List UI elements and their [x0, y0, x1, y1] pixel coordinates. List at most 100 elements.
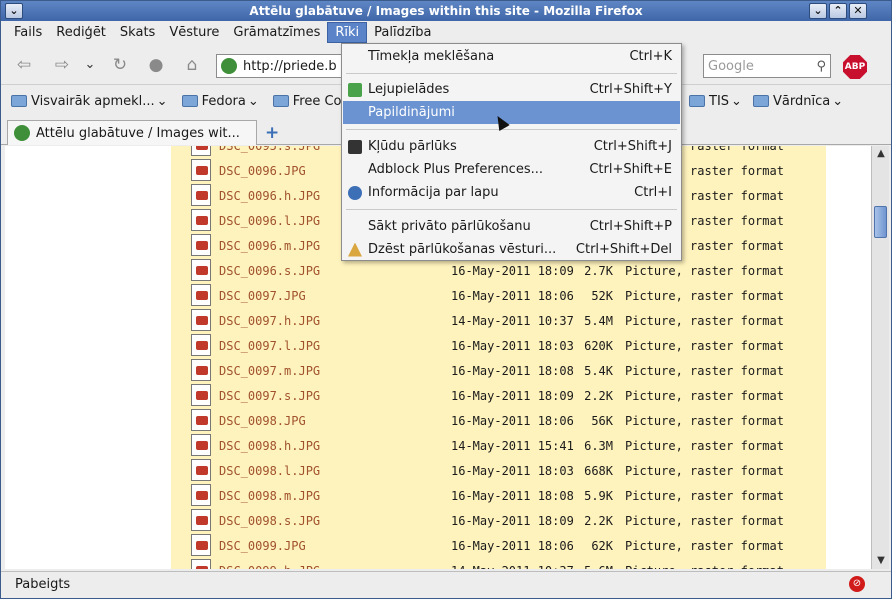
file-name-link[interactable]: DSC_0097.m.JPG	[219, 364, 320, 378]
menu-palidziba[interactable]: Palīdzība	[367, 23, 438, 42]
menu-item-private-browsing[interactable]: Sākt privāto pārlūkošanu Ctrl+Shift+P	[343, 215, 680, 238]
status-bar: Pabeigts ⊘	[1, 571, 891, 597]
image-file-icon[interactable]	[191, 309, 211, 331]
image-file-icon[interactable]	[191, 409, 211, 431]
file-name-link[interactable]: DSC_0099.JPG	[219, 539, 306, 553]
file-name-link[interactable]: DSC_0096.h.JPG	[219, 189, 320, 203]
minimize-button[interactable]: ⌄	[809, 3, 827, 19]
image-file-icon[interactable]	[191, 534, 211, 556]
vertical-scrollbar[interactable]: ▲ ▼	[871, 146, 889, 569]
file-size: 668K	[584, 464, 613, 478]
maximize-button[interactable]: ⌃	[829, 3, 847, 19]
image-file-icon[interactable]	[191, 359, 211, 381]
file-name-link[interactable]: DSC_0097.JPG	[219, 289, 306, 303]
scrollbar-thumb[interactable]	[874, 206, 887, 238]
image-file-icon[interactable]	[191, 334, 211, 356]
menu-item-page-info[interactable]: Informācija par lapu Ctrl+I	[343, 181, 680, 204]
folder-icon	[272, 95, 289, 107]
menu-vesture[interactable]: Vēsture	[162, 23, 226, 42]
scroll-down-icon[interactable]: ▼	[875, 555, 887, 567]
image-file-icon[interactable]	[191, 209, 211, 231]
bookmark-fedora[interactable]: Fedora ⌄	[181, 94, 259, 109]
file-description: Picture, raster format	[625, 389, 784, 403]
image-file-icon[interactable]	[191, 159, 211, 181]
file-size: 620K	[584, 339, 613, 353]
file-name-link[interactable]: DSC_0097.s.JPG	[219, 389, 320, 403]
reload-icon[interactable]: ↻	[107, 53, 133, 77]
stop-icon[interactable]: ●	[143, 53, 169, 77]
file-description: Picture, raster format	[625, 264, 784, 278]
new-tab-icon[interactable]: +	[265, 123, 279, 143]
search-input[interactable]: Google ⚲	[703, 54, 831, 78]
file-name-link[interactable]: DSC_0096.JPG	[219, 164, 306, 178]
menu-item-web-search[interactable]: Tīmekļa meklēšana Ctrl+K	[343, 45, 680, 68]
url-bar[interactable]: http://priede.b	[216, 54, 344, 78]
image-file-icon[interactable]	[191, 434, 211, 456]
file-name-link[interactable]: DSC_0097.h.JPG	[219, 314, 320, 328]
file-name-link[interactable]: DSC_0097.l.JPG	[219, 339, 320, 353]
adblock-status-icon[interactable]: ⊘	[849, 576, 865, 592]
image-file-icon[interactable]	[191, 559, 211, 569]
adblock-icon[interactable]: ABP	[843, 55, 867, 79]
file-name-link[interactable]: DSC_0098.h.JPG	[219, 439, 320, 453]
window-menu-button[interactable]: ⌄	[5, 3, 23, 19]
file-description: Picture, raster format	[625, 364, 784, 378]
image-file-icon[interactable]	[191, 384, 211, 406]
file-name-link[interactable]: DSC_0098.JPG	[219, 414, 306, 428]
file-name-link[interactable]: DSC_0096.m.JPG	[219, 239, 320, 253]
menu-separator	[346, 73, 677, 74]
scroll-up-icon[interactable]: ▲	[875, 148, 887, 160]
file-description: Picture, raster format	[625, 489, 784, 503]
history-dropdown-icon[interactable]: ⌄	[81, 53, 99, 77]
file-name-link[interactable]: DSC_0098.l.JPG	[219, 464, 320, 478]
file-description: Picture, raster format	[625, 314, 784, 328]
menu-skats[interactable]: Skats	[113, 23, 162, 42]
forward-icon[interactable]: ⇨	[49, 53, 75, 77]
file-name-link[interactable]: DSC_0099.h.JPG	[219, 564, 320, 569]
file-date: 14-May-2011 15:41	[451, 439, 574, 453]
tab-label: Attēlu glabātuve / Images wit...	[36, 125, 240, 141]
bookmark-tis[interactable]: TIS ⌄	[689, 94, 742, 109]
file-size: 6.3M	[584, 439, 613, 453]
file-date: 16-May-2011 18:03	[451, 339, 574, 353]
file-size: 62K	[591, 539, 613, 553]
menu-redigret[interactable]: Rediģēt	[49, 23, 113, 42]
back-icon[interactable]: ⇦	[11, 53, 37, 77]
image-file-icon[interactable]	[191, 509, 211, 531]
menu-item-adblock-preferences[interactable]: Adblock Plus Preferences... Ctrl+Shift+E	[343, 158, 680, 181]
search-icon[interactable]: ⚲	[816, 59, 826, 74]
image-file-icon[interactable]	[191, 284, 211, 306]
menu-item-downloads[interactable]: Lejupielādes Ctrl+Shift+Y	[343, 78, 680, 101]
image-file-icon[interactable]	[191, 146, 211, 156]
image-file-icon[interactable]	[191, 184, 211, 206]
file-name-link[interactable]: DSC_0095.s.JPG	[219, 146, 320, 153]
menu-fails[interactable]: Fails	[7, 23, 49, 42]
file-size: 5.4K	[584, 364, 613, 378]
menu-item-addons[interactable]: Papildinājumi	[343, 101, 680, 124]
file-date: 16-May-2011 18:06	[451, 414, 574, 428]
bookmark-free-co[interactable]: Free Co	[272, 94, 342, 109]
file-name-link[interactable]: DSC_0096.l.JPG	[219, 214, 320, 228]
image-file-icon[interactable]	[191, 234, 211, 256]
file-description: Picture, raster format	[625, 439, 784, 453]
url-text: http://priede.b	[243, 58, 337, 74]
file-description: Picture, raster format	[625, 514, 784, 528]
menu-riki[interactable]: Rīki	[327, 21, 368, 43]
home-icon[interactable]: ⌂	[179, 53, 205, 77]
bookmark-vardnica[interactable]: Vārdnīca ⌄	[753, 94, 843, 109]
menu-gramatzimes[interactable]: Grāmatzīmes	[226, 23, 327, 42]
close-button[interactable]: ✕	[849, 3, 867, 19]
menu-item-clear-history[interactable]: Dzēst pārlūkošanas vēsturi... Ctrl+Shift+…	[343, 238, 680, 261]
file-name-link[interactable]: DSC_0098.s.JPG	[219, 514, 320, 528]
folder-icon	[689, 95, 705, 107]
file-name-link[interactable]: DSC_0098.m.JPG	[219, 489, 320, 503]
image-file-icon[interactable]	[191, 259, 211, 281]
image-file-icon[interactable]	[191, 484, 211, 506]
search-placeholder: Google	[708, 58, 754, 74]
file-name-link[interactable]: DSC_0096.s.JPG	[219, 264, 320, 278]
menu-item-error-console[interactable]: Kļūdu pārlūks Ctrl+Shift+J	[343, 135, 680, 158]
file-date: 16-May-2011 18:08	[451, 364, 574, 378]
tab-active[interactable]: Attēlu glabātuve / Images wit...	[7, 120, 257, 145]
image-file-icon[interactable]	[191, 459, 211, 481]
bookmark-most-visited[interactable]: Visvairāk apmekl... ⌄	[11, 94, 168, 109]
